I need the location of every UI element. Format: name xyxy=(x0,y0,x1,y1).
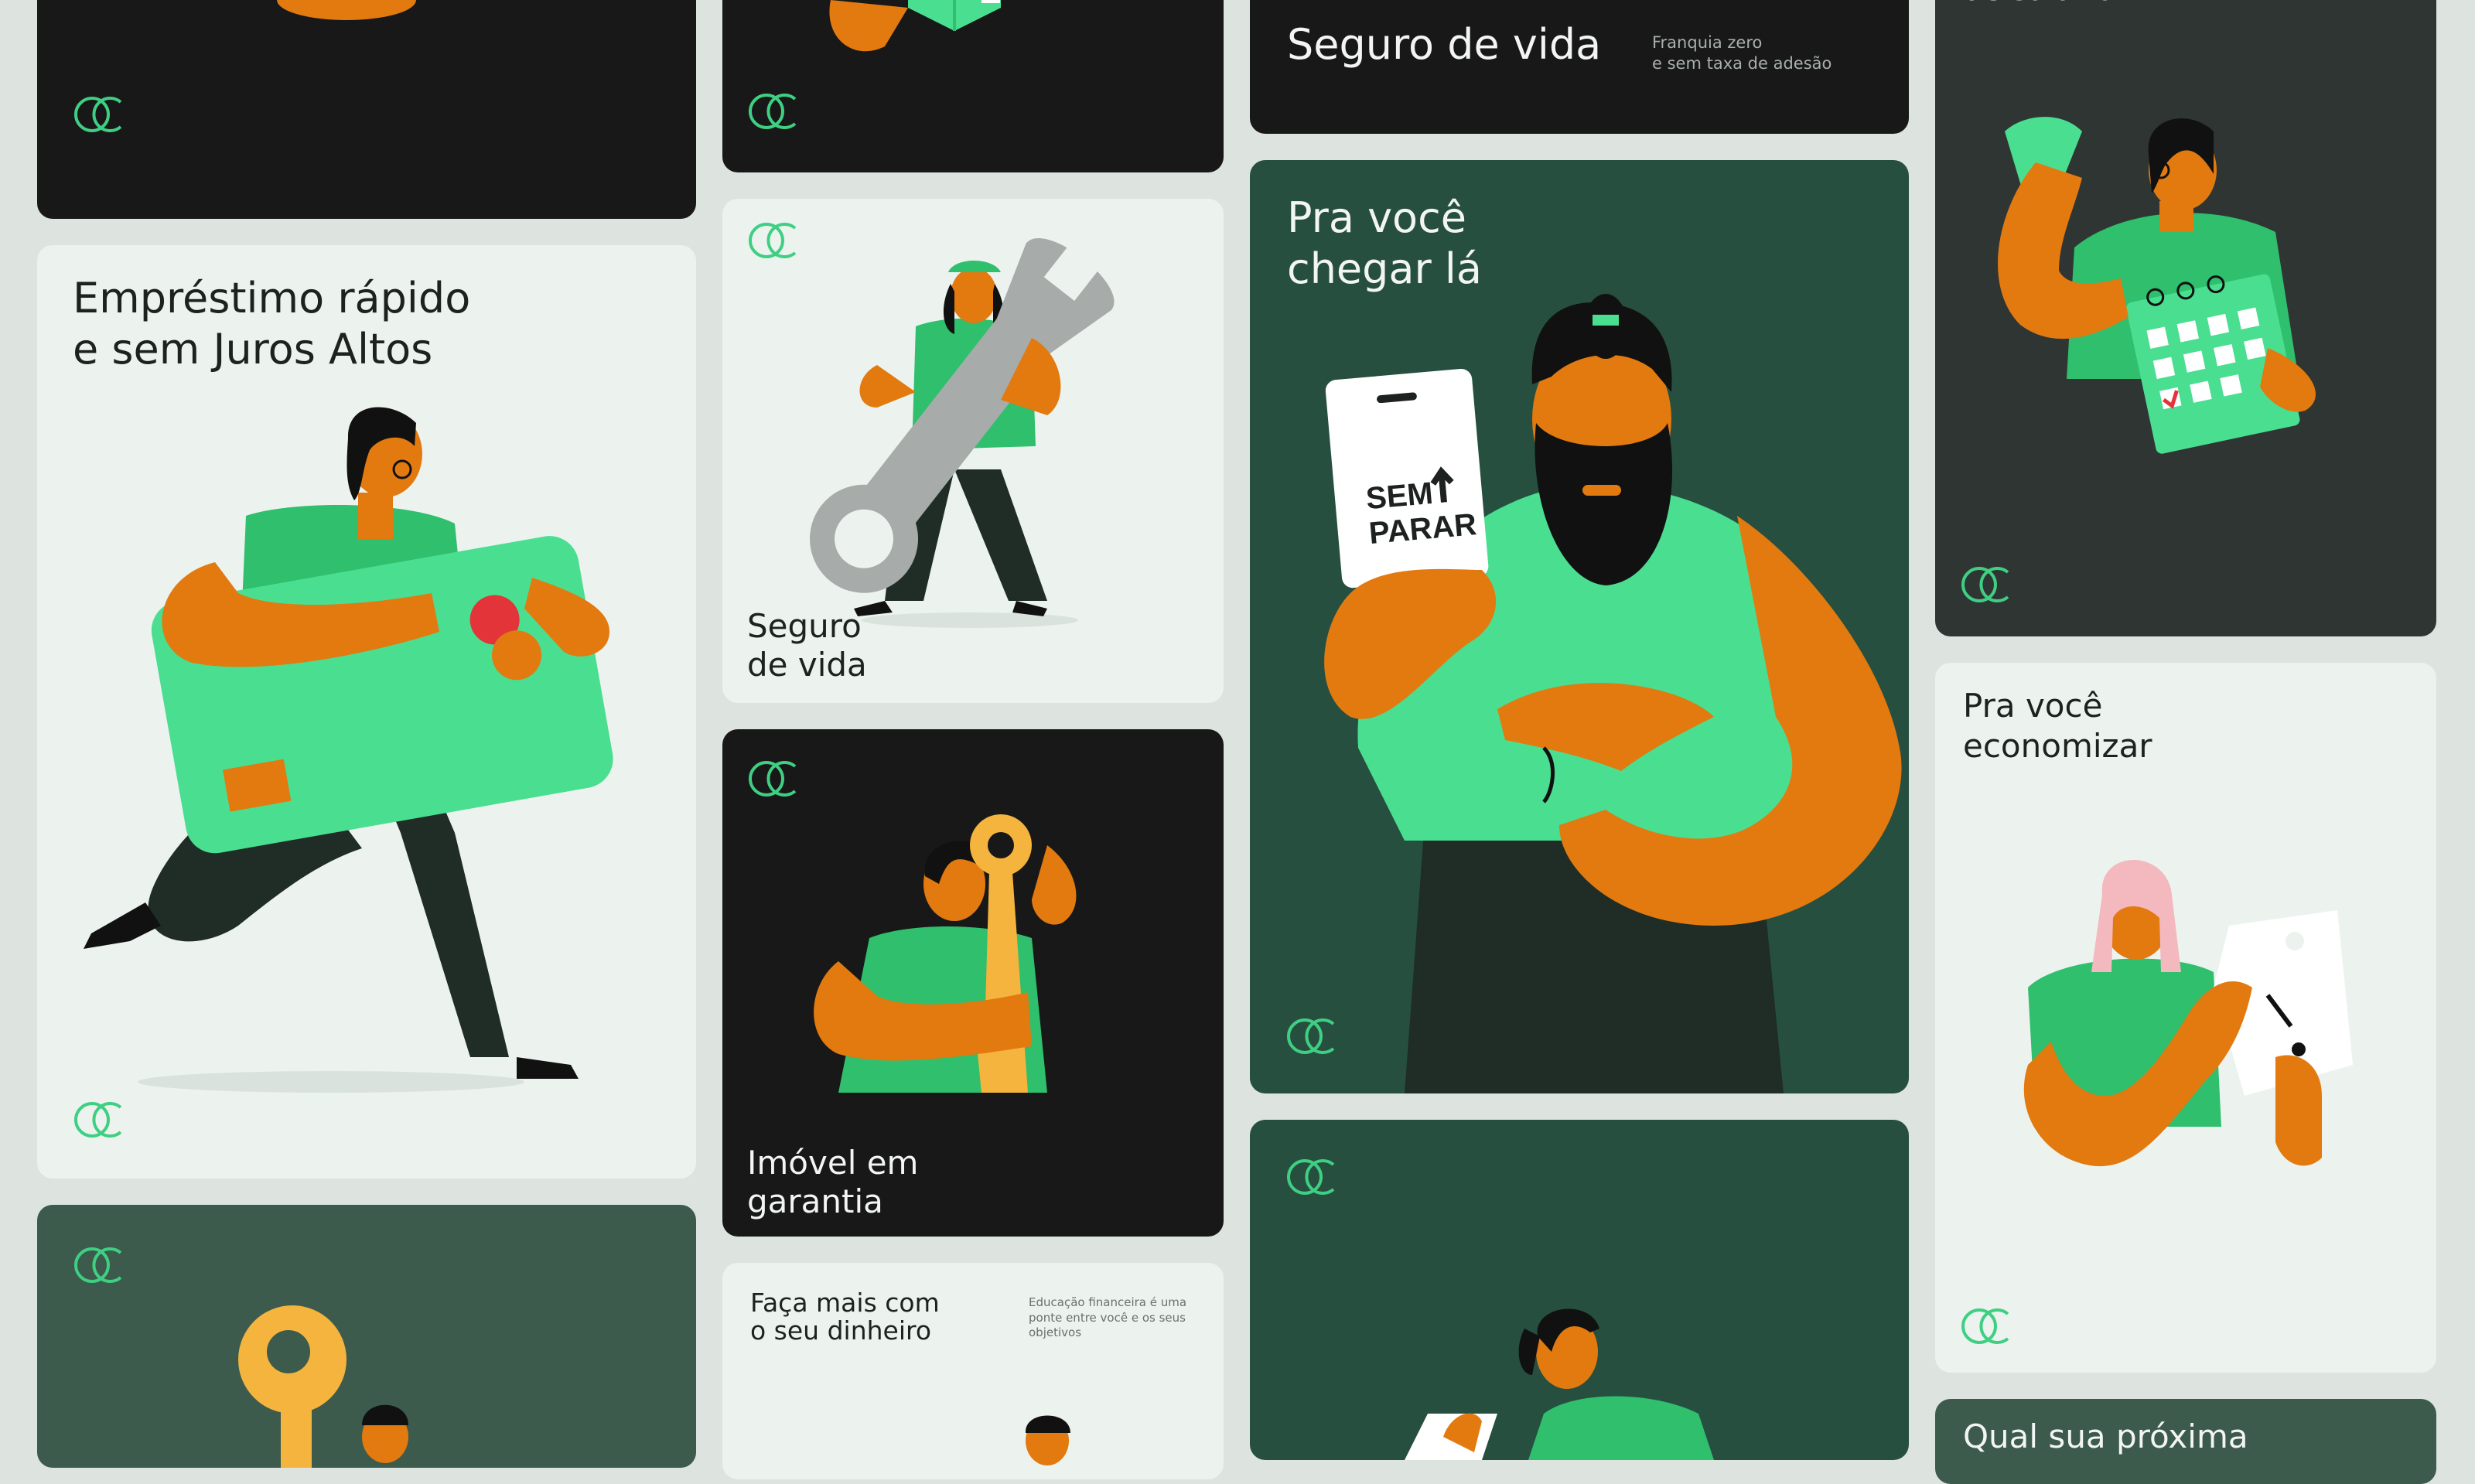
card-insurance-small[interactable]: Seguro de vida xyxy=(722,199,1224,703)
coin-illustration xyxy=(277,0,416,20)
brand-logo-icon xyxy=(1961,567,2009,602)
bearded-man-illustration: SEM PARAR xyxy=(1324,294,1902,1093)
card-house[interactable] xyxy=(722,0,1224,172)
card-loan[interactable]: Empréstimo rápido e sem Juros Altos xyxy=(37,245,696,1179)
card-save[interactable]: Pra você economizar xyxy=(1935,663,2436,1373)
card-top-dark[interactable] xyxy=(37,0,696,219)
brand-logo-icon xyxy=(749,94,797,129)
card-next[interactable]: Qual sua próxima xyxy=(1935,1399,2436,1484)
card-running-illustration xyxy=(84,407,613,1093)
calendar-money-illustration xyxy=(1998,117,2316,454)
card-title: Qual sua próxima xyxy=(1963,1417,2248,1455)
house-illustration xyxy=(829,0,1001,52)
card-key-moss[interactable] xyxy=(37,1205,696,1468)
card-education[interactable]: Faça mais com o seu dinheiro Educação fi… xyxy=(722,1263,1224,1479)
brand-logo-icon xyxy=(74,97,122,132)
woman-illustration xyxy=(1405,1308,1714,1460)
key-illustration xyxy=(238,1305,408,1468)
card-property[interactable]: Imóvel em garantia xyxy=(722,729,1224,1237)
card-title: Seguro de vida xyxy=(1287,20,1602,69)
card-salary[interactable]: de salário xyxy=(1935,0,2436,636)
price-tag-illustration xyxy=(2023,860,2353,1167)
brand-logo-icon xyxy=(1961,1308,2009,1344)
brand-logo-icon xyxy=(74,1102,122,1138)
card-title: Seguro de vida xyxy=(747,607,867,684)
card-reach[interactable]: Pra você chegar lá SEM PARAR xyxy=(1250,160,1909,1093)
card-woman[interactable] xyxy=(1250,1120,1909,1460)
card-note: Franquia zero e sem taxa de adesão xyxy=(1652,33,1832,73)
person-illustration xyxy=(1025,1415,1070,1465)
brand-logo-icon xyxy=(1287,1018,1335,1054)
tag-text: SEM xyxy=(1364,476,1434,516)
card-title: Imóvel em garantia xyxy=(747,1144,919,1220)
card-insurance-banner[interactable]: Seguro de vida Franquia zero e sem taxa … xyxy=(1250,0,1909,134)
